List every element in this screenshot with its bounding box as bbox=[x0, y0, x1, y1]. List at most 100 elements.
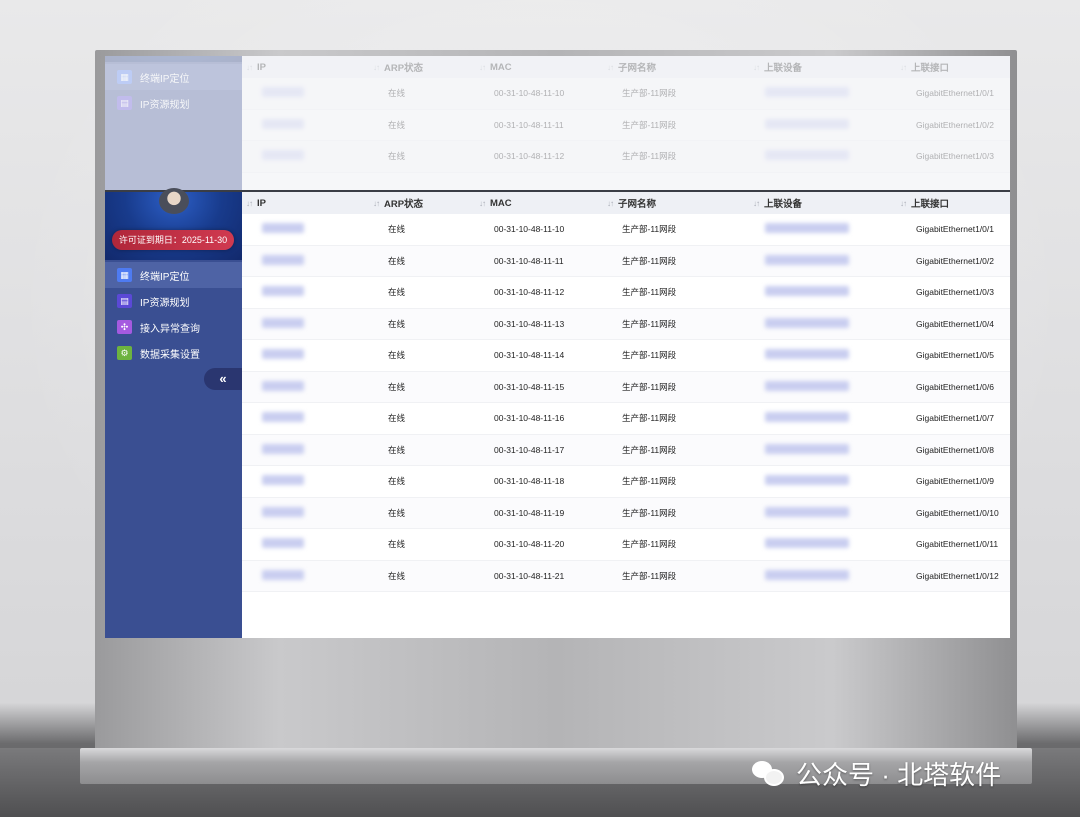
subnet-cell: 生产部-11网段 bbox=[622, 444, 677, 455]
sort-icon[interactable]: ↓↑ bbox=[900, 199, 907, 208]
ghost-cell: GigabitEthernet1/0/2 bbox=[916, 119, 994, 130]
ip-redacted bbox=[262, 349, 304, 359]
uplink-port-cell: GigabitEthernet1/0/1 bbox=[916, 224, 994, 234]
subnet-cell: 生产部-11网段 bbox=[622, 507, 677, 518]
location-chart-icon: ▦ bbox=[117, 268, 132, 282]
mac-cell: 00-31-10-48-11-21 bbox=[494, 570, 565, 581]
table-row[interactable]: 在线 00-31-10-48-11-15 生产部-11网段 GigabitEthern… bbox=[242, 371, 1010, 403]
ghost-th: ↓↑ IP bbox=[246, 62, 266, 73]
ghost-menu-label: 终端IP定位 bbox=[140, 73, 190, 85]
uplink-port-cell: GigabitEthernet1/0/3 bbox=[916, 287, 994, 297]
sort-icon: ↓↑ bbox=[373, 62, 380, 72]
ghost-menu-label: IP资源规划 bbox=[140, 99, 190, 111]
subnet-cell: 生产部-11网段 bbox=[622, 476, 677, 486]
sidebar-collapse-button[interactable]: « bbox=[204, 368, 242, 390]
table-row[interactable]: 在线 00-31-10-48-11-12 生产部-11网段 GigabitEthern… bbox=[242, 277, 1010, 309]
uplink-device-redacted bbox=[765, 317, 849, 328]
subnet-cell: 生产部-11网段 bbox=[622, 570, 677, 581]
wechat-bubble-small bbox=[764, 769, 784, 786]
sidebar-item-data-collection-settings[interactable]: ⚙ 数据采集设置 bbox=[105, 340, 242, 366]
table-row[interactable]: 在线 00-31-10-48-11-18 生产部-11网段 GigabitEthern… bbox=[242, 466, 1010, 498]
column-header-subnet[interactable]: ↓↑ 子网名称 bbox=[607, 196, 656, 211]
ghost-cell: 在线 bbox=[388, 119, 406, 130]
sidebar-item-ip-resource-planning[interactable]: ▤ IP资源规划 bbox=[105, 288, 242, 314]
arp-status-cell: 在线 bbox=[388, 476, 406, 486]
uplink-device-redacted bbox=[765, 475, 849, 485]
ghost-th-label: 子网名称 bbox=[618, 63, 657, 74]
sidebar-item-label: 数据采集设置 bbox=[140, 349, 200, 361]
ip-plan-icon: ▤ bbox=[117, 294, 132, 308]
ghost-menu-item: ▦ 终端IP定位 bbox=[105, 64, 242, 90]
column-header-uplink-port[interactable]: ↓↑ 上联接口 bbox=[900, 196, 949, 211]
sidebar-item-access-anomaly-query[interactable]: ✣ 接入异常查询 bbox=[105, 314, 242, 340]
uplink-port-cell: GigabitEthernet1/0/8 bbox=[916, 444, 994, 455]
ghost-table: ↓↑ IP ↓↑ ARP状态 ↓↑ MAC ↓↑ 子网名称 ↓↑ 上联设备 ↓↑ 上联接口 … bbox=[242, 56, 1010, 190]
arp-status-cell: 在线 bbox=[388, 570, 406, 581]
mac-cell: 00-31-10-48-11-13 bbox=[494, 318, 565, 329]
ip-redacted bbox=[262, 412, 304, 422]
ghost-sidebar: 许可证到期日：2025-11-30 ▦ 终端IP定位 ▤ IP资源规划 bbox=[105, 56, 242, 190]
mac-cell: 00-31-10-48-11-15 bbox=[494, 381, 565, 392]
table-row[interactable]: 在线 00-31-10-48-11-20 生产部-11网段 GigabitEthern… bbox=[242, 529, 1010, 561]
ip-redacted bbox=[262, 475, 304, 485]
table-row[interactable]: 在线 00-31-10-48-11-14 生产部-11网段 GigabitEthern… bbox=[242, 340, 1010, 372]
uplink-device-redacted bbox=[765, 380, 849, 391]
sort-icon[interactable]: ↓↑ bbox=[373, 199, 380, 208]
ip-redacted bbox=[262, 87, 304, 97]
column-header-ip[interactable]: ↓↑ IP bbox=[246, 198, 266, 209]
device-redacted bbox=[765, 87, 849, 97]
column-header-mac[interactable]: ↓↑ MAC bbox=[479, 198, 512, 209]
ghost-cell: 00-31-10-48-11-11 bbox=[494, 119, 564, 130]
arp-status-cell: 在线 bbox=[388, 539, 406, 549]
column-header-arp-status[interactable]: ↓↑ ARP状态 bbox=[373, 196, 423, 211]
uplink-port-cell: GigabitEthernet1/0/9 bbox=[916, 476, 994, 486]
table-row[interactable]: 在线 00-31-10-48-11-11 生产部-11网段 GigabitEthern… bbox=[242, 245, 1010, 277]
table-row[interactable]: 在线 00-31-10-48-11-17 生产部-11网段 GigabitEthern… bbox=[242, 434, 1010, 466]
table-row[interactable]: 在线 00-31-10-48-11-19 生产部-11网段 GigabitEthern… bbox=[242, 497, 1010, 529]
ghost-cell: 在线 bbox=[388, 88, 406, 98]
mac-cell: 00-31-10-48-11-19 bbox=[494, 507, 565, 518]
uplink-device-redacted bbox=[765, 349, 849, 359]
mac-cell: 00-31-10-48-11-20 bbox=[494, 539, 565, 549]
ip-redacted bbox=[262, 286, 304, 296]
subnet-cell: 生产部-11网段 bbox=[622, 381, 677, 392]
arp-status-cell: 在线 bbox=[388, 287, 406, 297]
mac-cell: 00-31-10-48-11-17 bbox=[494, 444, 565, 455]
sort-icon: ↓↑ bbox=[753, 62, 760, 72]
sort-icon[interactable]: ↓↑ bbox=[607, 199, 614, 208]
device-redacted bbox=[765, 118, 849, 129]
ghost-cell: 生产部-11网段 bbox=[622, 88, 677, 98]
screen-reflection: 许可证到期日：2025-11-30 ▦ 终端IP定位 ▤ IP资源规划 ↓↑ IP… bbox=[105, 56, 1010, 190]
ip-redacted bbox=[262, 118, 304, 129]
sort-icon: ↓↑ bbox=[479, 62, 486, 72]
sort-icon[interactable]: ↓↑ bbox=[246, 199, 253, 208]
ip-plan-icon: ▤ bbox=[117, 96, 132, 110]
sidebar-header: 许可证到期日：2025-11-30 bbox=[105, 188, 242, 260]
ip-redacted bbox=[262, 317, 304, 328]
sort-icon[interactable]: ↓↑ bbox=[479, 199, 486, 208]
ghost-th: ↓↑ MAC bbox=[479, 62, 512, 73]
column-header-label: IP bbox=[257, 197, 266, 209]
sort-icon[interactable]: ↓↑ bbox=[753, 199, 760, 208]
sidebar-menu: ▦ 终端IP定位 ▤ IP资源规划 ✣ 接入异常查询 ⚙ 数据采集设置 bbox=[105, 262, 242, 366]
ip-location-table: ↓↑ IP ↓↑ ARP状态 ↓↑ MAC ↓↑ 子网名称 ↓↑ 上联设备 ↓↑ 上联接口 … bbox=[242, 192, 1010, 638]
table-row[interactable]: 在线 00-31-10-48-11-10 生产部-11网段 GigabitEthern… bbox=[242, 214, 1010, 246]
subnet-cell: 生产部-11网段 bbox=[622, 318, 677, 329]
column-header-label: MAC bbox=[490, 197, 512, 209]
table-row[interactable]: 在线 00-31-10-48-11-16 生产部-11网段 GigabitEthern… bbox=[242, 403, 1010, 435]
ghost-th: ↓↑ 上联接口 bbox=[900, 60, 949, 75]
subnet-cell: 生产部-11网段 bbox=[622, 413, 677, 423]
sidebar-item-terminal-ip-location[interactable]: ▦ 终端IP定位 bbox=[105, 262, 242, 288]
column-header-uplink-device[interactable]: ↓↑ 上联设备 bbox=[753, 196, 802, 211]
ghost-cell: GigabitEthernet1/0/3 bbox=[916, 151, 994, 161]
table-row[interactable]: 在线 00-31-10-48-11-21 生产部-11网段 GigabitEthern… bbox=[242, 560, 1010, 592]
user-avatar[interactable] bbox=[159, 188, 189, 214]
ip-redacted bbox=[262, 380, 304, 391]
ghost-cell: GigabitEthernet1/0/1 bbox=[916, 88, 994, 98]
table-row[interactable]: 在线 00-31-10-48-11-13 生产部-11网段 GigabitEthern… bbox=[242, 308, 1010, 340]
subnet-cell: 生产部-11网段 bbox=[622, 539, 677, 549]
sidebar-item-label: IP资源规划 bbox=[140, 297, 190, 309]
arp-status-cell: 在线 bbox=[388, 255, 406, 266]
arp-status-cell: 在线 bbox=[388, 350, 406, 360]
mac-cell: 00-31-10-48-11-11 bbox=[494, 255, 564, 266]
